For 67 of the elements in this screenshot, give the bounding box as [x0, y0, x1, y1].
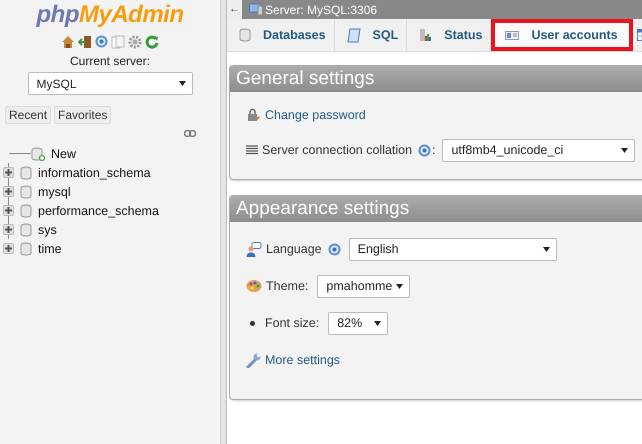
- field-label: Language: [266, 242, 322, 256]
- database-link[interactable]: New: [51, 146, 76, 160]
- list-icon: [246, 145, 258, 155]
- dropdown-field[interactable]: utf8mb4_unicode_ci: [442, 138, 636, 162]
- home-icon: [61, 35, 75, 49]
- link-icon: [184, 130, 196, 137]
- plus-icon: [4, 244, 13, 253]
- dropdown-field[interactable]: pmahomme: [317, 274, 410, 298]
- caret-icon: [374, 320, 382, 326]
- server-select[interactable]: MySQL: [28, 72, 192, 95]
- person-speech-icon: [246, 242, 262, 256]
- database-icon: [20, 166, 32, 180]
- field-label: Server connection collation: [262, 143, 412, 157]
- server-label: Current server:: [68, 54, 152, 68]
- database-icon: [20, 184, 32, 198]
- id-card-icon: [505, 30, 520, 40]
- wrench-icon: [246, 352, 261, 368]
- expand-toggle[interactable]: [3, 224, 14, 235]
- expand-toggle[interactable]: [3, 186, 14, 197]
- caret-icon: [542, 246, 550, 252]
- bullet-icon: [250, 320, 255, 326]
- database-link[interactable]: mysql: [38, 184, 71, 198]
- logo-text: phpMyAdmin: [36, 1, 184, 29]
- refresh-icon: [145, 35, 159, 49]
- help-icon: [95, 35, 108, 48]
- tab-button[interactable]: Recent: [5, 106, 52, 124]
- server-icon: [249, 3, 263, 16]
- database-link[interactable]: sys: [38, 222, 57, 236]
- caret-icon: [178, 81, 186, 86]
- caret-icon: [396, 284, 404, 288]
- database-icon: [239, 28, 251, 42]
- section-title: Appearance settings: [230, 196, 642, 222]
- expand-toggle[interactable]: [3, 167, 14, 178]
- database-link[interactable]: time: [38, 242, 62, 256]
- bar-chart-icon: [419, 28, 432, 42]
- field-label: Font size:: [265, 316, 320, 330]
- gear-icon: [128, 35, 142, 49]
- database-icon: [20, 242, 32, 256]
- nav-tab[interactable]: SQL: [334, 19, 408, 51]
- scroll-icon: [346, 28, 361, 42]
- dropdown-field[interactable]: 82%: [328, 312, 388, 334]
- expand-toggle[interactable]: [3, 205, 14, 216]
- section-title: General settings: [230, 66, 642, 92]
- settings-link[interactable]: Change password: [265, 108, 366, 122]
- new-database-icon: [31, 146, 45, 160]
- settings-link[interactable]: More settings: [265, 353, 340, 367]
- nav-tab[interactable]: Databases: [227, 19, 335, 51]
- plus-icon: [4, 206, 13, 215]
- documents-icon: [111, 35, 125, 49]
- dropdown-field[interactable]: English: [348, 238, 557, 260]
- field-label: Theme:: [266, 279, 308, 293]
- server-link[interactable]: Server: MySQL:3306: [249, 2, 378, 16]
- plus-icon: [4, 168, 13, 177]
- tab-button[interactable]: Favorites: [54, 106, 112, 124]
- exit-door-icon: [78, 35, 92, 49]
- plus-icon: [4, 187, 13, 196]
- database-icon: [20, 222, 32, 236]
- expand-toggle[interactable]: [3, 243, 14, 254]
- colon-text: :: [432, 143, 436, 157]
- database-icon: [20, 204, 32, 218]
- lock-icon: [246, 108, 261, 122]
- plus-icon: [4, 225, 13, 234]
- palette-icon: [246, 279, 262, 293]
- database-link[interactable]: performance_schema: [38, 204, 159, 218]
- database-link[interactable]: information_schema: [38, 166, 151, 180]
- nav-tab[interactable]: User accounts: [491, 19, 633, 51]
- caret-icon: [621, 148, 628, 152]
